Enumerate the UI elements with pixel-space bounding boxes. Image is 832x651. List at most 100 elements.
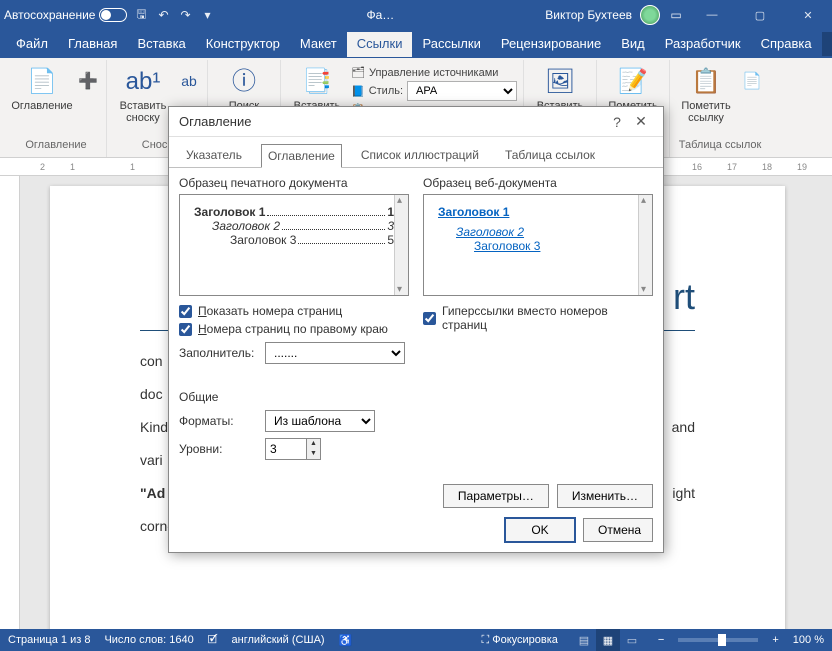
doc-title-fragment: rt xyxy=(673,276,695,317)
dialog-help-button[interactable]: ? xyxy=(605,114,629,130)
add-text-button[interactable]: ➕ xyxy=(76,62,100,98)
style-select[interactable]: APA xyxy=(407,81,517,101)
web-preview-box: Заголовок 1 Заголовок 2 Заголовок 3 xyxy=(423,194,653,296)
menu-constructor[interactable]: Конструктор xyxy=(196,32,290,57)
hyperlinks-checkbox[interactable]: Гиперссылки вместо номеров страниц xyxy=(423,304,653,332)
status-lang[interactable]: английский (США) xyxy=(232,634,325,646)
footnote-extra-button[interactable]: ab xyxy=(177,62,201,98)
view-buttons: ▤ ▦ ▭ xyxy=(572,629,644,651)
right-align-checkbox[interactable]: Номера страниц по правому краю xyxy=(179,322,409,336)
manage-sources-icon: 🗂 xyxy=(351,66,365,79)
menu-references[interactable]: Ссылки xyxy=(347,32,413,57)
menu-developer[interactable]: Разработчик xyxy=(655,32,751,57)
insert-caption-button[interactable]: 🖼 Вставить xyxy=(530,62,590,112)
menu-home[interactable]: Главная xyxy=(58,32,127,57)
doc-text: "Ad xyxy=(140,483,165,504)
print-preview-box: Заголовок 11 Заголовок 23 Заголовок 35 xyxy=(179,194,409,296)
focus-label: Фокусировка xyxy=(492,634,558,646)
levels-row: Уровни: ▲▼ xyxy=(179,438,653,460)
ok-button[interactable]: OK xyxy=(505,518,575,542)
manage-sources-label: Управление источниками xyxy=(369,67,498,79)
undo-icon[interactable]: ↶ xyxy=(155,7,171,23)
insert-toa-button[interactable]: 📄 xyxy=(740,62,764,98)
zoom-slider[interactable] xyxy=(678,638,758,642)
params-button[interactable]: Параметры… xyxy=(443,484,549,508)
web-preview-column: Образец веб-документа Заголовок 1 Заголо… xyxy=(423,176,653,364)
insert-citation-icon: 📑 xyxy=(301,66,333,98)
status-proofing-icon[interactable]: 🗹 xyxy=(208,631,218,650)
menu-help[interactable]: Справка xyxy=(751,32,822,57)
menu-insert[interactable]: Вставка xyxy=(127,32,195,57)
menu-layout[interactable]: Макет xyxy=(290,32,347,57)
toggle-pill-icon[interactable] xyxy=(99,8,127,22)
web-preview-label: Образец веб-документа xyxy=(423,176,653,190)
dialog-close-button[interactable]: ✕ xyxy=(629,113,653,130)
zoom-value[interactable]: 100 % xyxy=(793,634,824,646)
manage-sources-button[interactable]: 🗂 Управление источниками xyxy=(351,66,517,79)
view-read-button[interactable]: ▤ xyxy=(572,629,596,651)
spin-down-icon[interactable]: ▼ xyxy=(306,449,320,459)
filler-select[interactable]: ....... xyxy=(265,342,405,364)
status-accessibility-icon[interactable]: ♿ xyxy=(339,634,353,647)
zoom-in-button[interactable]: + xyxy=(772,634,778,646)
qat-dropdown-icon[interactable]: ▾ xyxy=(199,7,215,23)
user-name: Виктор Бухтеев xyxy=(545,8,632,22)
menu-file[interactable]: Файл xyxy=(6,32,58,57)
status-words[interactable]: Число слов: 1640 xyxy=(104,634,193,646)
ruler-mark: 19 xyxy=(797,162,807,172)
spin-up-icon[interactable]: ▲ xyxy=(306,439,320,449)
insert-citation-button[interactable]: 📑 Вставить xyxy=(287,62,347,112)
ruler-mark: 2 xyxy=(40,162,45,172)
preview-scrollbar[interactable] xyxy=(394,195,408,295)
tab-refs[interactable]: Таблица ссылок xyxy=(498,143,602,167)
ruler-mark: 1 xyxy=(130,162,135,172)
search-button[interactable]: ⓘ Поиск xyxy=(214,62,274,112)
save-icon[interactable]: 🖫 xyxy=(133,7,149,23)
ribbon-options-icon[interactable]: ▭ xyxy=(668,7,684,23)
insert-footnote-button[interactable]: ab¹ Вставить сноску xyxy=(113,62,173,124)
redo-icon[interactable]: ↷ xyxy=(177,7,193,23)
mark-citation-label: Пометить ссылку xyxy=(676,100,736,124)
close-button[interactable]: ✕ xyxy=(788,0,828,30)
zoom-out-button[interactable]: − xyxy=(658,634,664,646)
doc-text: doc xyxy=(140,386,163,402)
caption-icon: 🖼 xyxy=(544,66,576,98)
minimize-button[interactable]: — xyxy=(692,0,732,30)
mark-entry-icon: 📝 xyxy=(617,66,649,98)
add-text-icon: ➕ xyxy=(72,66,104,98)
formats-select[interactable]: Из шаблона xyxy=(265,410,375,432)
toc-button[interactable]: 📄 Оглавление xyxy=(12,62,72,112)
web-preview-scrollbar[interactable] xyxy=(638,195,652,295)
tab-figures[interactable]: Список иллюстраций xyxy=(354,143,486,167)
view-web-button[interactable]: ▭ xyxy=(620,629,644,651)
user-avatar-icon[interactable] xyxy=(640,5,660,25)
autosave-label: Автосохранение xyxy=(4,8,95,22)
preview-h2: Заголовок 2 xyxy=(212,219,280,233)
autosave-toggle[interactable]: Автосохранение xyxy=(4,8,127,22)
menu-view[interactable]: Вид xyxy=(611,32,655,57)
titlebar: Автосохранение 🖫 ↶ ↷ ▾ Фа… Виктор Бухтее… xyxy=(0,0,832,30)
web-h3: Заголовок 3 xyxy=(438,239,638,253)
menu-mailings[interactable]: Рассылки xyxy=(412,32,490,57)
general-section-label: Общие xyxy=(179,390,663,404)
mark-citation-button[interactable]: 📋 Пометить ссылку xyxy=(676,62,736,124)
filler-label: Заполнитель: xyxy=(179,346,257,360)
tab-toc[interactable]: Оглавление xyxy=(261,144,342,168)
cancel-button[interactable]: Отмена xyxy=(583,518,653,542)
share-button[interactable]: 🔗 Поделиться xyxy=(822,32,832,56)
tab-index[interactable]: Указатель xyxy=(179,143,249,167)
ribbon-group-toc: 📄 Оглавление ➕ Оглавление xyxy=(6,60,107,157)
maximize-button[interactable]: ▢ xyxy=(740,0,780,30)
levels-spinner[interactable]: ▲▼ xyxy=(265,438,321,460)
vertical-ruler[interactable] xyxy=(0,176,20,629)
doc-text: Kind xyxy=(140,417,168,438)
modify-button[interactable]: Изменить… xyxy=(557,484,653,508)
status-page[interactable]: Страница 1 из 8 xyxy=(8,634,90,646)
view-print-button[interactable]: ▦ xyxy=(596,629,620,651)
focus-mode-button[interactable]: ⛶ Фокусировка xyxy=(481,634,557,647)
style-row: 📘 Стиль: APA xyxy=(351,81,517,101)
mark-entry-button[interactable]: 📝 Пометить xyxy=(603,62,663,112)
show-pages-checkbox[interactable]: Показать номера страниц xyxy=(179,304,409,318)
hyperlinks-label: Гиперссылки вместо номеров страниц xyxy=(442,304,653,332)
menu-review[interactable]: Рецензирование xyxy=(491,32,611,57)
